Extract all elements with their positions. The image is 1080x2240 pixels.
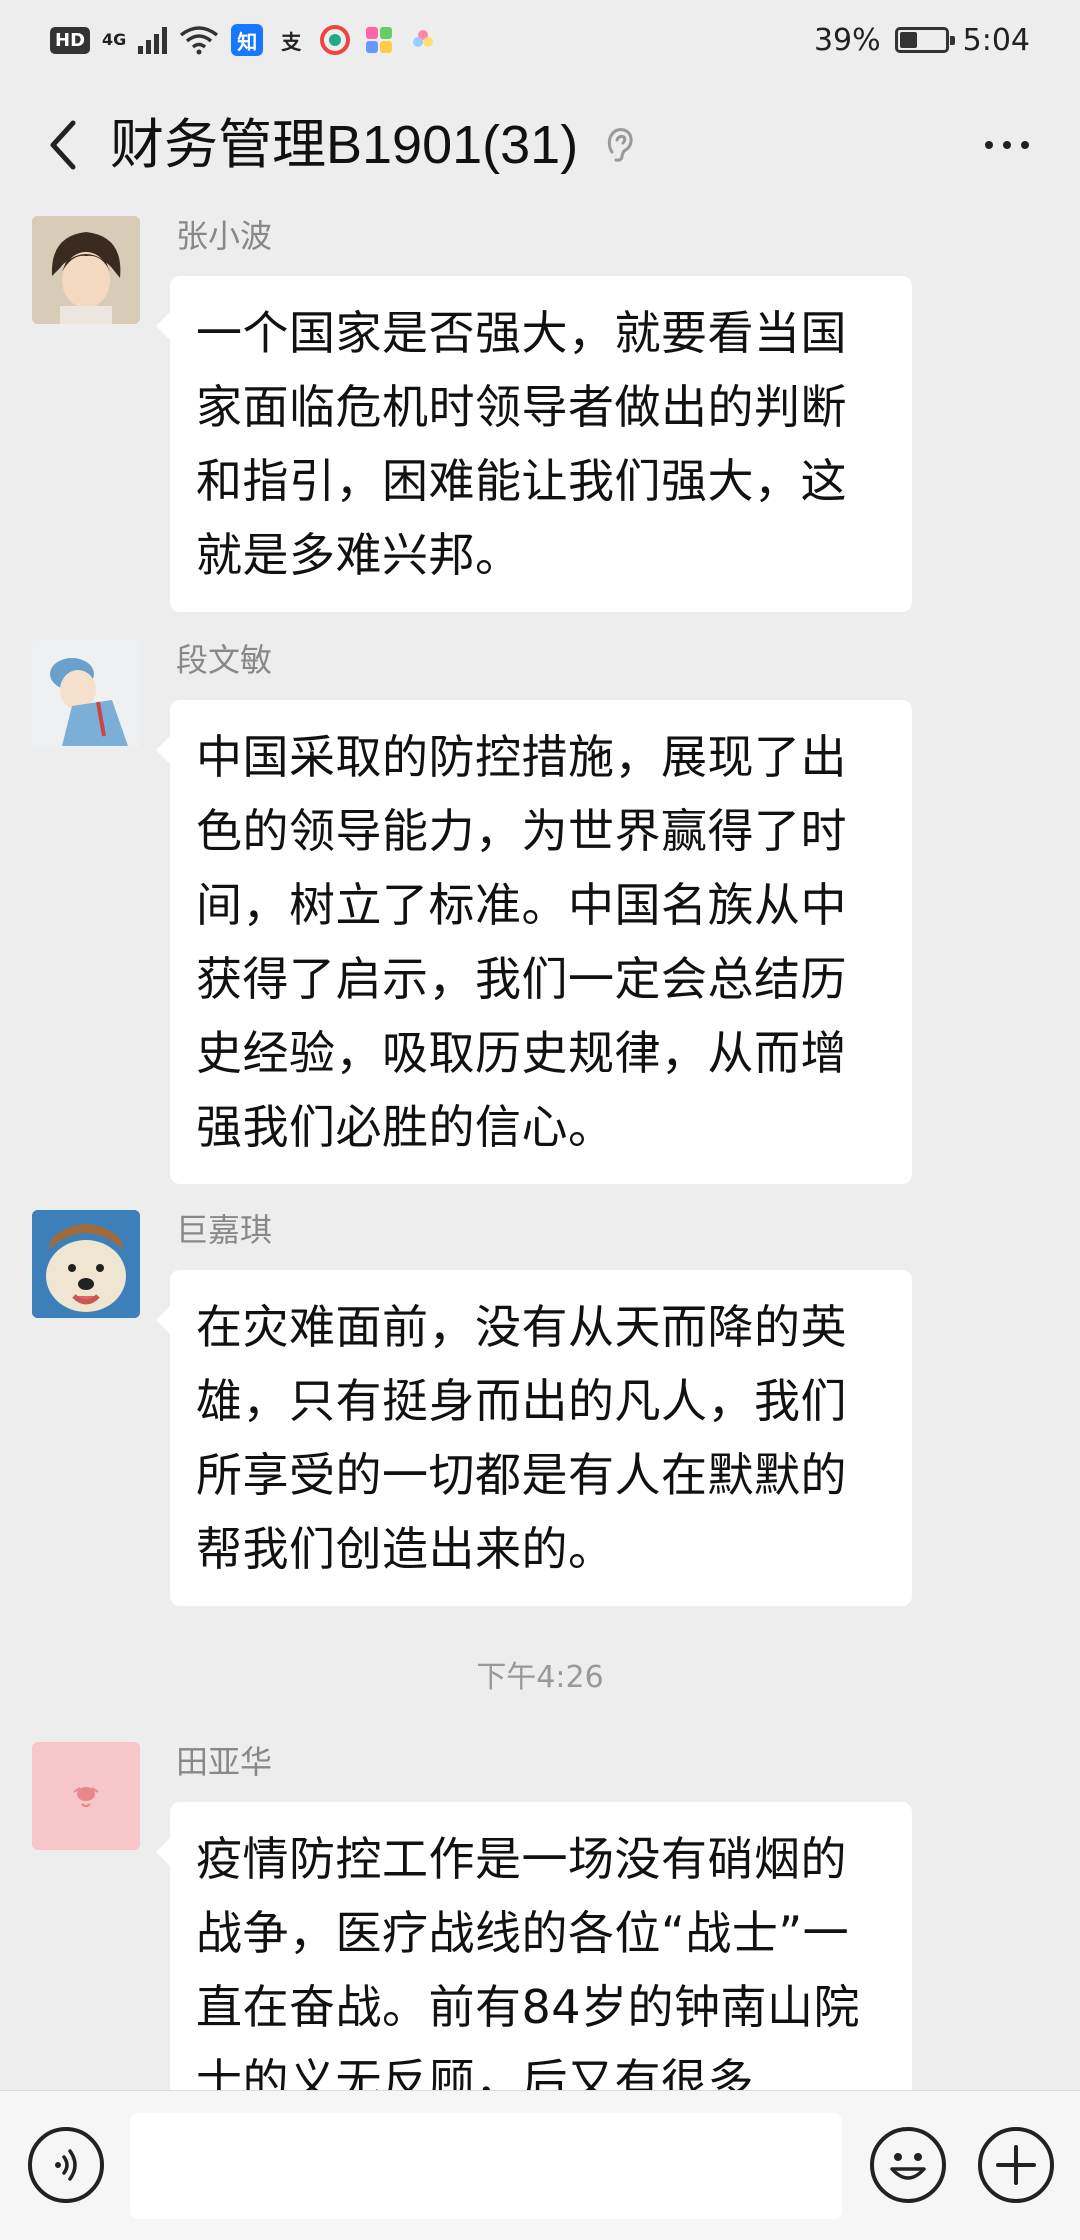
avatar[interactable] [32,216,140,324]
message-bubble[interactable]: 中国采取的防控措施，展现了出色的领导能力，为世界赢得了时间，树立了标准。中国名族… [156,700,912,1184]
voice-button[interactable] [28,2127,104,2203]
chat-header: 财务管理B1901(31) [0,80,1080,210]
pink-avatar-icon [32,1742,140,1850]
flower-app-icon [409,26,438,54]
emoji-icon [890,2153,926,2180]
status-right: 39% 5:04 [814,23,1030,58]
avatar[interactable] [32,1210,140,1318]
sender-name: 段文敏 [176,641,273,679]
bear-avatar-icon [32,1210,140,1318]
back-button[interactable] [28,110,98,180]
sender-name: 田亚华 [176,1743,273,1781]
photos-app-icon [366,27,393,53]
wifi-icon [180,26,219,55]
zhihu-app-icon: 知 [231,24,264,56]
more-button[interactable] [962,110,1052,180]
ear-icon [607,128,633,162]
status-bar: HD 4G 知 支 39% 5:04 [0,0,1080,80]
more-dots-icon [985,141,993,149]
girl-avatar-icon [32,640,140,748]
chat-list[interactable]: 张小波 一个国家是否强大，就要看当国家面临危机时领导者做出的判断和指引，困难能让… [0,210,1080,2090]
hd-badge: HD [50,26,91,54]
time-separator: 下午4:26 [476,1660,604,1695]
input-bar [0,2090,1080,2240]
more-dot [1003,141,1011,149]
voice-icon [55,2149,77,2181]
boy-avatar-icon [32,216,140,324]
message-bubble[interactable]: 一个国家是否强大，就要看当国家面临危机时领导者做出的判断和指引，困难能让我们强大… [156,276,912,612]
status-left: HD 4G 知 支 [50,24,439,56]
plus-button[interactable] [978,2127,1054,2203]
clock: 5:04 [962,22,1030,58]
battery-icon [894,27,955,53]
signal-icon [138,26,168,54]
plus-icon [996,2145,1036,2185]
message-input[interactable] [130,2113,842,2219]
avatar[interactable] [32,640,140,748]
message-bubble[interactable]: 疫情防控工作是一场没有硝烟的战争，医疗战线的各位“战士”一直在奋战。前有84岁的… [156,1802,912,2090]
emoji-button[interactable] [870,2127,946,2203]
battery-fill [899,32,917,48]
browser-app-icon [320,25,351,55]
chat-title: 财务管理B1901(31) [110,115,579,175]
avatar[interactable] [32,1742,140,1850]
more-dot [1021,141,1029,149]
sender-name: 巨嘉琪 [176,1211,273,1249]
alipay-app-icon: 支 [281,29,302,54]
sender-name: 张小波 [176,217,273,255]
network-type: 4G [102,30,127,49]
message-bubble[interactable]: 在灾难面前，没有从天而降的英雄，只有挺身而出的凡人，我们所享受的一切都是有人在默… [156,1270,912,1606]
chevron-left-icon [50,120,76,170]
battery-percent: 39% [813,22,881,58]
